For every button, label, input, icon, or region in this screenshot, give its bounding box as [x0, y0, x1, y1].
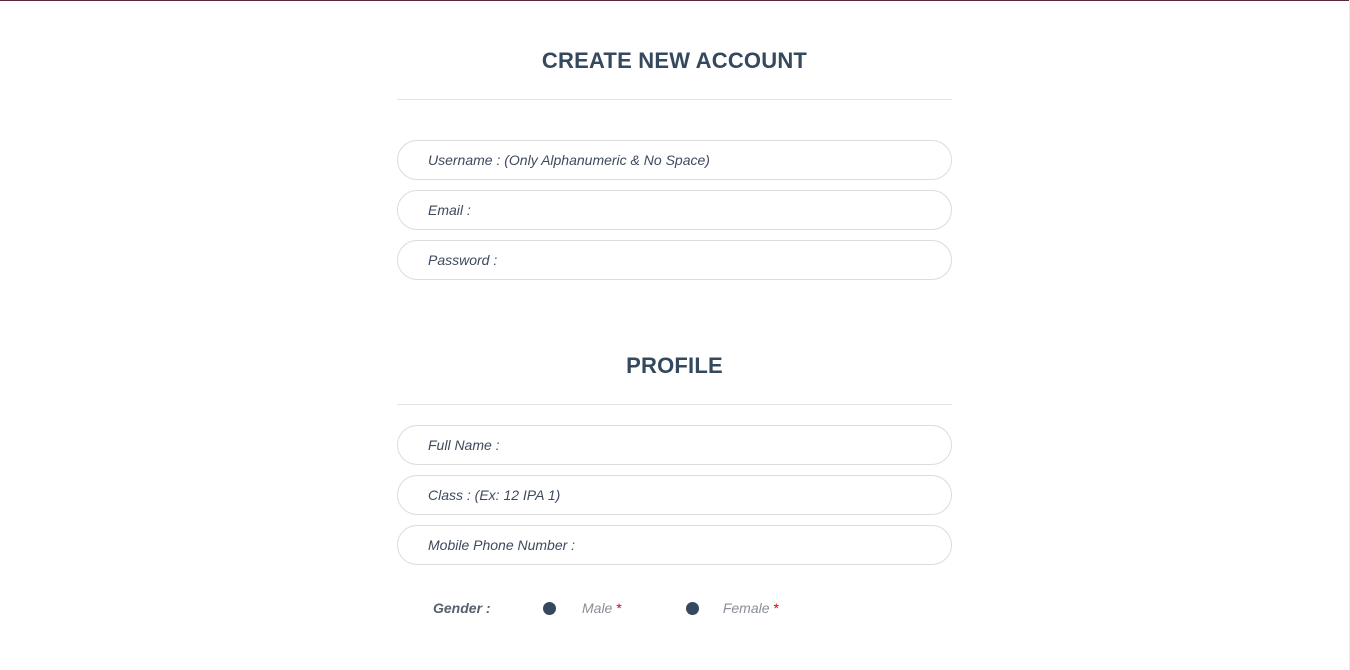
top-border [0, 0, 1350, 1]
email-input[interactable] [397, 190, 952, 230]
account-section-title: CREATE NEW ACCOUNT [541, 48, 808, 73]
gender-option-male[interactable]: Male * [543, 600, 622, 616]
mobile-phone-input[interactable] [397, 525, 952, 565]
username-input[interactable] [397, 140, 952, 180]
male-label: Male * [582, 600, 622, 616]
female-label: Female * [722, 600, 779, 616]
gender-field: Gender : Male * Female * [433, 597, 779, 619]
female-radio[interactable] [685, 601, 699, 615]
profile-section-title: PROFILE [626, 353, 723, 378]
gender-label: Gender : [433, 600, 491, 616]
required-mark: * [773, 600, 779, 616]
gender-option-female[interactable]: Female * [685, 600, 779, 616]
required-mark: * [616, 600, 622, 616]
class-input[interactable] [397, 475, 952, 515]
male-radio[interactable] [543, 601, 556, 615]
full-name-input[interactable] [397, 425, 952, 465]
password-input[interactable] [397, 240, 952, 280]
profile-divider [397, 404, 952, 405]
account-divider [397, 99, 952, 100]
